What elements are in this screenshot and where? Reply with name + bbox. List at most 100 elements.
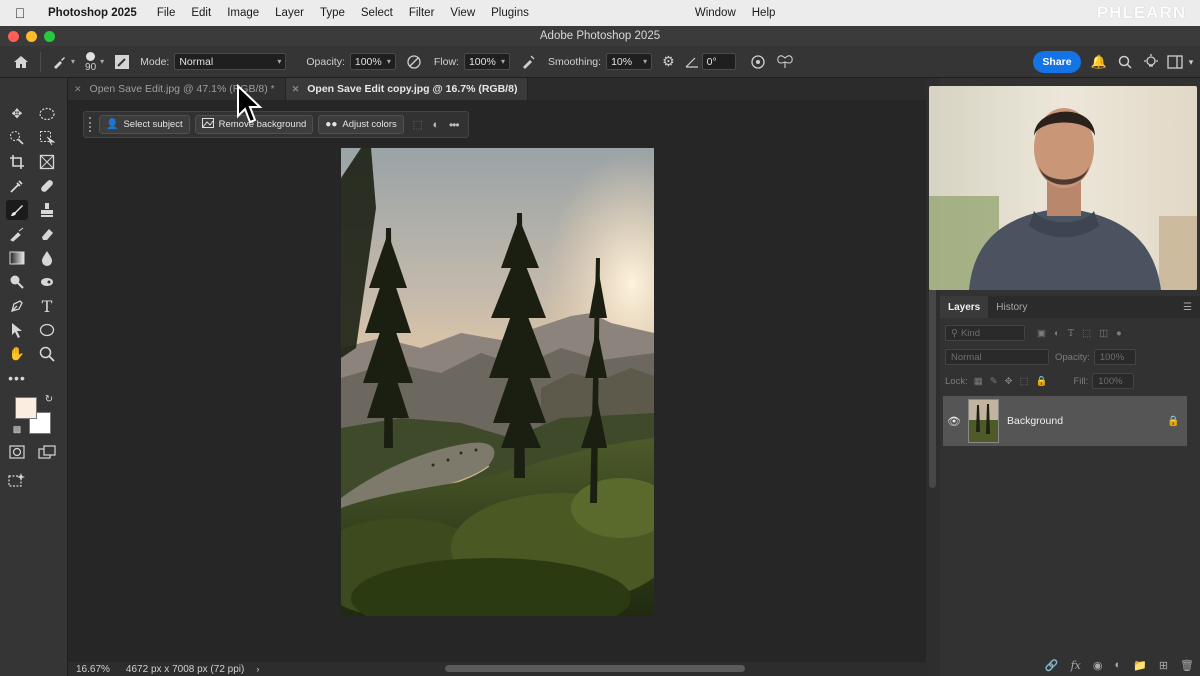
blur-tool-icon[interactable] xyxy=(36,248,58,268)
zoom-tool-icon[interactable] xyxy=(36,344,58,364)
tab-history[interactable]: History xyxy=(988,296,1035,318)
brush-settings-panel-icon[interactable] xyxy=(114,54,130,70)
smudge-tool-icon[interactable] xyxy=(36,272,58,292)
path-selection-tool-icon[interactable] xyxy=(6,320,28,340)
filter-pixel-icon[interactable]: ▣ xyxy=(1037,328,1046,339)
blend-mode-select[interactable]: Normal xyxy=(945,349,1049,365)
zoom-window-button[interactable] xyxy=(44,31,55,42)
foreground-color-swatch[interactable] xyxy=(15,397,37,419)
pressure-opacity-icon[interactable] xyxy=(406,54,422,70)
fill-field[interactable]: 100% xyxy=(1092,373,1135,389)
canvas-area[interactable]: 👤 Select subject Remove background ●● Ad… xyxy=(68,100,926,662)
crop-tool-icon[interactable] xyxy=(6,152,28,172)
select-subject-button[interactable]: 👤 Select subject xyxy=(99,115,190,134)
chevron-right-icon[interactable]: › xyxy=(256,664,259,674)
brush-tool-icon[interactable] xyxy=(6,200,28,220)
filter-shape-icon[interactable]: ⬚ xyxy=(1082,328,1091,339)
symmetry-butterfly-icon[interactable] xyxy=(776,54,794,70)
more-options-icon[interactable]: ••• xyxy=(445,118,463,132)
lock-transparent-icon[interactable]: ▦ xyxy=(974,376,983,387)
filter-type-icon[interactable]: T xyxy=(1068,328,1074,339)
frame-tool-icon[interactable] xyxy=(36,152,58,172)
minimize-window-button[interactable] xyxy=(26,31,37,42)
angle-field[interactable]: 0° xyxy=(701,53,736,70)
quick-selection-tool-icon[interactable] xyxy=(6,128,28,148)
flow-field[interactable]: 100% ▾ xyxy=(463,53,510,70)
gradient-tool-icon[interactable] xyxy=(6,248,28,268)
menu-type[interactable]: Type xyxy=(312,7,353,19)
chevron-down-icon[interactable]: ▾ xyxy=(1186,53,1196,71)
visibility-eye-icon[interactable]: 👁 xyxy=(943,415,965,428)
layer-style-fx-icon[interactable]: fx xyxy=(1071,659,1081,672)
document-photo[interactable] xyxy=(341,148,654,616)
menu-plugins[interactable]: Plugins xyxy=(483,7,537,19)
more-tools-icon[interactable]: ••• xyxy=(6,368,28,388)
close-tab-icon[interactable]: ✕ xyxy=(292,84,300,95)
adjustment-layer-icon[interactable]: ◐ xyxy=(1114,659,1121,671)
menu-file[interactable]: File xyxy=(149,7,184,19)
brush-tool-preset-icon[interactable]: ▾ xyxy=(51,54,75,70)
menu-help[interactable]: Help xyxy=(744,7,784,19)
airbrush-icon[interactable] xyxy=(520,54,536,70)
gear-icon[interactable]: ⚙ xyxy=(662,53,675,70)
trash-icon[interactable]: 🗑 xyxy=(1180,659,1194,672)
filter-adjustment-icon[interactable]: ◐ xyxy=(1054,328,1060,339)
menu-edit[interactable]: Edit xyxy=(183,7,219,19)
lock-pixels-icon[interactable]: ✎ xyxy=(990,376,998,387)
eraser-tool-icon[interactable] xyxy=(36,224,58,244)
bell-icon[interactable]: 🔔 xyxy=(1090,53,1108,71)
opacity-field[interactable]: 100% ▾ xyxy=(349,53,396,70)
move-tool-icon[interactable]: ✥ xyxy=(6,104,28,124)
add-mask-icon[interactable]: ◉ xyxy=(1093,659,1103,672)
menu-view[interactable]: View xyxy=(442,7,483,19)
app-menu[interactable]: Photoshop 2025 xyxy=(40,7,149,19)
menu-window[interactable]: Window xyxy=(687,7,744,19)
menu-image[interactable]: Image xyxy=(219,7,267,19)
generative-expand-icon[interactable] xyxy=(6,470,28,490)
transform-icon[interactable]: ⬚ xyxy=(409,118,427,131)
kind-filter-select[interactable]: ⚲ Kind xyxy=(945,325,1025,341)
lock-icon[interactable]: 🔒 xyxy=(1167,416,1187,427)
drag-handle[interactable] xyxy=(89,117,94,132)
swap-colors-icon[interactable]: ↻ xyxy=(42,392,56,406)
filter-smart-object-icon[interactable]: ◫ xyxy=(1099,328,1108,339)
lock-artboard-icon[interactable]: ⬚ xyxy=(1020,376,1029,387)
tab-layers[interactable]: Layers xyxy=(940,296,989,318)
new-layer-icon[interactable]: ⊞ xyxy=(1159,659,1168,672)
object-selection-tool-icon[interactable] xyxy=(36,128,58,148)
hand-tool-icon[interactable]: ✋ xyxy=(6,344,28,364)
discover-lightbulb-icon[interactable] xyxy=(1142,53,1160,71)
panel-menu-icon[interactable]: ☰ xyxy=(1183,302,1192,313)
marquee-tool-icon[interactable] xyxy=(36,104,58,124)
close-tab-icon[interactable]: ✕ xyxy=(74,84,82,95)
lock-all-icon[interactable]: 🔒 xyxy=(1036,376,1048,387)
pen-tool-icon[interactable] xyxy=(6,296,28,316)
healing-brush-tool-icon[interactable] xyxy=(36,176,58,196)
layer-opacity-field[interactable]: 100% xyxy=(1093,349,1136,365)
document-tab-active[interactable]: ✕ Open Save Edit copy.jpg @ 16.7% (RGB/8… xyxy=(285,78,529,100)
default-colors-icon[interactable]: ▩ xyxy=(10,422,24,436)
close-window-button[interactable] xyxy=(8,31,19,42)
apple-icon[interactable]:  xyxy=(0,5,40,21)
brush-size-picker[interactable]: 90 xyxy=(85,51,96,72)
screen-mode-icon[interactable] xyxy=(36,442,58,462)
search-icon[interactable] xyxy=(1116,53,1134,71)
ellipse-tool-icon[interactable] xyxy=(36,320,58,340)
mode-select[interactable]: Normal ▾ xyxy=(174,53,287,70)
menu-layer[interactable]: Layer xyxy=(267,7,312,19)
link-layers-icon[interactable]: 🔗 xyxy=(1045,659,1059,672)
share-button[interactable]: Share xyxy=(1033,51,1081,73)
quick-mask-icon[interactable] xyxy=(6,442,28,462)
menu-filter[interactable]: Filter xyxy=(401,7,443,19)
horizontal-scrollbar[interactable] xyxy=(445,665,745,672)
adjust-colors-button[interactable]: ●● Adjust colors xyxy=(318,115,404,134)
menu-select[interactable]: Select xyxy=(353,7,401,19)
workspace-icon[interactable] xyxy=(1166,53,1184,71)
home-icon[interactable] xyxy=(12,54,30,70)
eyedropper-tool-icon[interactable] xyxy=(6,176,28,196)
smoothing-field[interactable]: 10% ▾ xyxy=(606,53,653,70)
lock-position-icon[interactable]: ✥ xyxy=(1005,376,1013,387)
new-group-folder-icon[interactable]: 📁 xyxy=(1133,659,1147,672)
clone-stamp-tool-icon[interactable] xyxy=(36,200,58,220)
zoom-level[interactable]: 16.67% xyxy=(76,664,110,675)
